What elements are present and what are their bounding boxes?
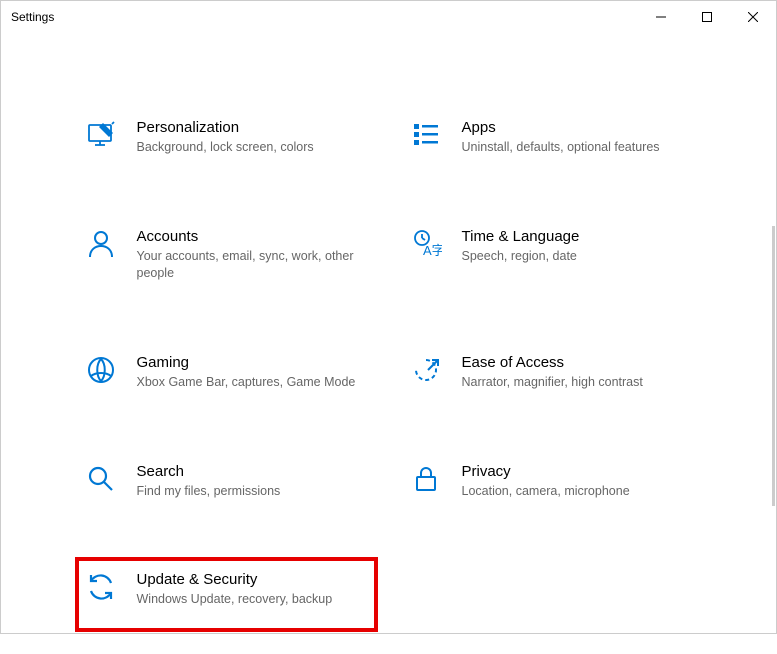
- window-controls: [638, 1, 776, 33]
- tile-title: Accounts: [137, 228, 368, 245]
- tile-privacy[interactable]: Privacy Location, camera, microphone: [404, 457, 699, 506]
- tile-ease-of-access[interactable]: Ease of Access Narrator, magnifier, high…: [404, 348, 699, 397]
- tile-accounts[interactable]: Accounts Your accounts, email, sync, wor…: [79, 222, 374, 288]
- accounts-icon: [85, 228, 117, 260]
- tile-title: Personalization: [137, 119, 368, 136]
- tile-title: Apps: [462, 119, 693, 136]
- settings-content: Personalization Background, lock screen,…: [1, 33, 776, 654]
- minimize-button[interactable]: [638, 1, 684, 33]
- personalization-icon: [85, 119, 117, 151]
- time-language-icon: A字: [410, 228, 442, 260]
- tile-desc: Background, lock screen, colors: [137, 139, 368, 156]
- tile-apps[interactable]: Apps Uninstall, defaults, optional featu…: [404, 113, 699, 162]
- maximize-button[interactable]: [684, 1, 730, 33]
- tile-title: Update & Security: [137, 571, 368, 588]
- tile-text: Accounts Your accounts, email, sync, wor…: [137, 228, 368, 282]
- tile-title: Gaming: [137, 354, 368, 371]
- tile-desc: Xbox Game Bar, captures, Game Mode: [137, 374, 368, 391]
- tile-update-security[interactable]: Update & Security Windows Update, recove…: [75, 557, 378, 632]
- tile-title: Privacy: [462, 463, 693, 480]
- tile-title: Search: [137, 463, 368, 480]
- tile-gaming[interactable]: Gaming Xbox Game Bar, captures, Game Mod…: [79, 348, 374, 397]
- tile-desc: Uninstall, defaults, optional features: [462, 139, 693, 156]
- tile-search[interactable]: Search Find my files, permissions: [79, 457, 374, 506]
- tile-desc: Your accounts, email, sync, work, other …: [137, 248, 368, 282]
- tile-desc: Speech, region, date: [462, 248, 693, 265]
- update-security-icon: [85, 571, 117, 603]
- tile-text: Privacy Location, camera, microphone: [462, 463, 693, 500]
- window-title: Settings: [11, 10, 638, 24]
- tile-time-language[interactable]: A字 Time & Language Speech, region, date: [404, 222, 699, 288]
- scrollbar[interactable]: [772, 226, 775, 506]
- tile-text: Gaming Xbox Game Bar, captures, Game Mod…: [137, 354, 368, 391]
- tile-personalization[interactable]: Personalization Background, lock screen,…: [79, 113, 374, 162]
- close-button[interactable]: [730, 1, 776, 33]
- tile-text: Apps Uninstall, defaults, optional featu…: [462, 119, 693, 156]
- tile-desc: Location, camera, microphone: [462, 483, 693, 500]
- svg-text:A字: A字: [423, 243, 442, 258]
- apps-icon: [410, 119, 442, 151]
- tile-desc: Find my files, permissions: [137, 483, 368, 500]
- gaming-icon: [85, 354, 117, 386]
- tile-title: Ease of Access: [462, 354, 693, 371]
- titlebar: Settings: [1, 1, 776, 33]
- search-icon: [85, 463, 117, 495]
- tile-text: Personalization Background, lock screen,…: [137, 119, 368, 156]
- tile-title: Time & Language: [462, 228, 693, 245]
- tile-text: Time & Language Speech, region, date: [462, 228, 693, 265]
- tile-desc: Windows Update, recovery, backup: [137, 591, 368, 608]
- privacy-icon: [410, 463, 442, 495]
- settings-grid: Personalization Background, lock screen,…: [79, 113, 699, 624]
- tile-desc: Narrator, magnifier, high contrast: [462, 374, 693, 391]
- tile-text: Search Find my files, permissions: [137, 463, 368, 500]
- tile-text: Ease of Access Narrator, magnifier, high…: [462, 354, 693, 391]
- tile-text: Update & Security Windows Update, recove…: [137, 571, 368, 608]
- ease-of-access-icon: [410, 354, 442, 386]
